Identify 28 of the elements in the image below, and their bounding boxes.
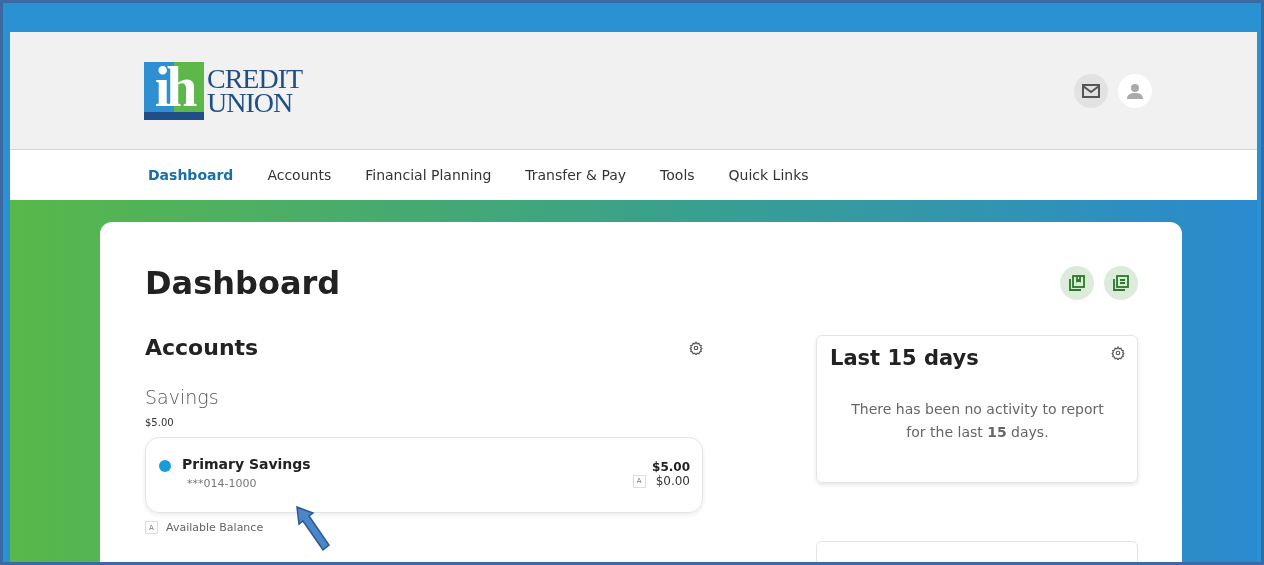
nav-tab[interactable]: Financial Planning bbox=[365, 167, 492, 183]
nav-tab[interactable]: Transfer & Pay bbox=[525, 167, 627, 183]
settings-icon[interactable] bbox=[689, 340, 703, 355]
account-balance: $5.00 bbox=[651, 460, 690, 474]
logo-text: CREDIT UNION bbox=[207, 66, 303, 115]
account-number: ***014-1000 bbox=[187, 477, 258, 490]
page-title: Dashboard bbox=[145, 264, 341, 302]
mail-button[interactable] bbox=[1074, 73, 1108, 108]
group-total: $5.00 bbox=[145, 417, 175, 428]
statements-button[interactable] bbox=[1060, 266, 1094, 300]
reports-button[interactable] bbox=[1104, 266, 1138, 300]
card-title: Last 15 days bbox=[830, 346, 979, 370]
settings-icon[interactable] bbox=[1111, 346, 1125, 360]
group-name: Savings bbox=[145, 386, 220, 408]
account-name: Primary Savings bbox=[182, 456, 311, 472]
available-balance: $0.00 bbox=[655, 474, 690, 488]
legend-label: Available Balance bbox=[166, 521, 264, 534]
nav-tab[interactable]: Quick Links bbox=[728, 167, 809, 183]
mail-icon bbox=[1082, 83, 1100, 98]
nav-tab[interactable]: Dashboard bbox=[148, 167, 234, 183]
nav-tab[interactable]: Tools bbox=[660, 167, 695, 183]
nav-tab[interactable]: Accounts bbox=[267, 167, 332, 183]
callout-arrow bbox=[293, 505, 333, 553]
documents-icon bbox=[1113, 275, 1129, 291]
activity-message: There has been no activity to report for the last 15 days. bbox=[850, 400, 1105, 442]
section-title: Accounts bbox=[145, 335, 259, 360]
person-icon bbox=[1126, 82, 1144, 99]
documents-icon bbox=[1069, 275, 1085, 291]
